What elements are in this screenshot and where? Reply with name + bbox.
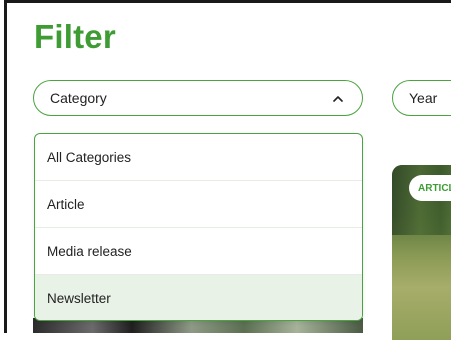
article-badge: ARTICLE — [409, 175, 451, 201]
year-select-label: Year — [409, 90, 438, 106]
year-select[interactable]: Year — [392, 80, 451, 116]
category-option-all[interactable]: All Categories — [35, 134, 362, 181]
category-option-newsletter[interactable]: Newsletter — [35, 275, 362, 320]
category-dropdown-menu: All Categories Article Media release New… — [34, 133, 363, 321]
category-select-label: Category — [50, 90, 107, 106]
category-select[interactable]: Category — [33, 80, 363, 116]
chevron-up-icon — [332, 92, 344, 104]
filter-title: Filter — [34, 18, 116, 55]
frame-border-top — [4, 0, 451, 3]
category-option-media-release[interactable]: Media release — [35, 228, 362, 275]
frame-border-left — [4, 0, 7, 333]
category-option-article[interactable]: Article — [35, 181, 362, 228]
